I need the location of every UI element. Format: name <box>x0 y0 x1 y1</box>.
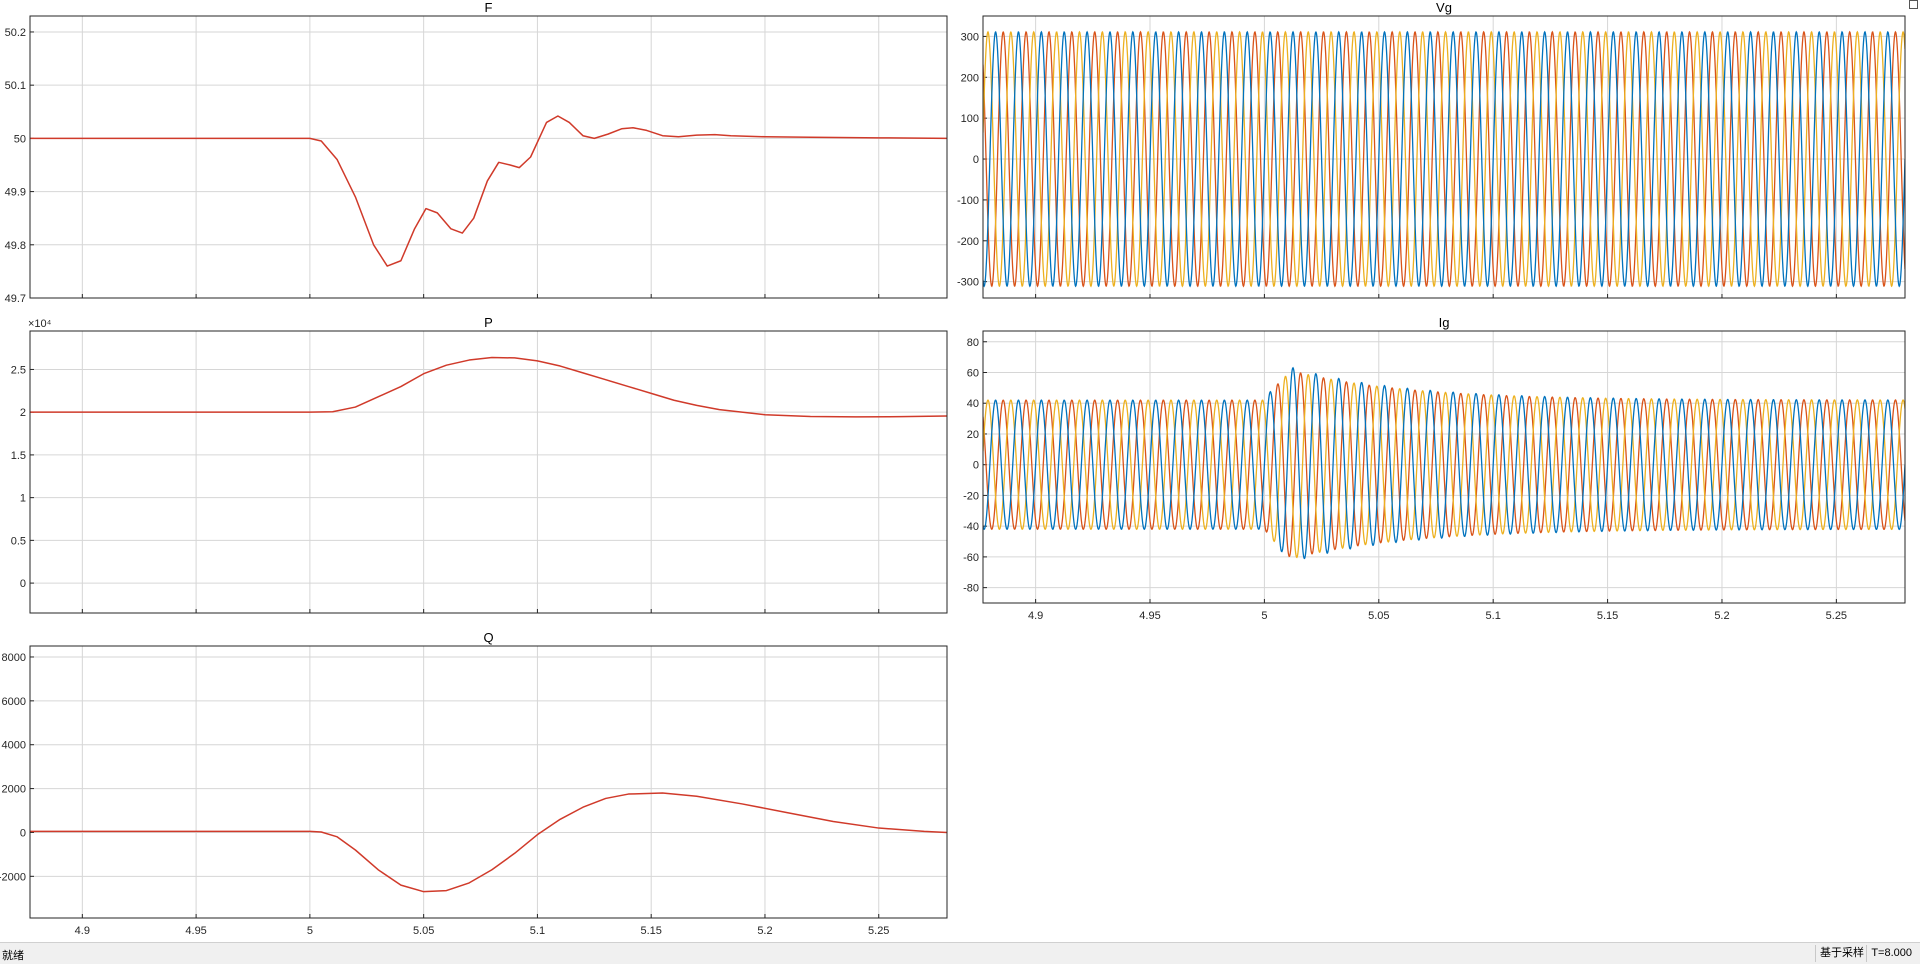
status-bar: 就绪 基于采样 T=8.000 <box>0 942 1920 964</box>
simulation-time-text: T=8.000 <box>1866 945 1916 962</box>
y-tick-label: -100 <box>957 195 979 207</box>
x-tick-label: 5.05 <box>1368 610 1389 622</box>
x-tick-label: 5.2 <box>757 925 772 937</box>
y-tick-label: 50.2 <box>5 27 26 39</box>
x-tick-label: 4.95 <box>1139 610 1160 622</box>
y-tick-label: 60 <box>967 367 979 379</box>
x-tick-label: 5 <box>1261 610 1267 622</box>
plot-ig[interactable]: -80 -60 -40 -20 0 20 40 60 80 4.9 4.95 5 5.05 5.1 5.15… <box>963 315 1906 622</box>
y-tick-label: 0 <box>20 827 26 839</box>
x-tick-label: 5.1 <box>530 925 545 937</box>
x-tick-label: 5.15 <box>640 925 661 937</box>
y-tick-label: 0 <box>973 154 979 166</box>
x-tick-label: 4.9 <box>75 925 90 937</box>
y-tick-label: 20 <box>967 429 979 441</box>
y-tick-label: 200 <box>961 72 979 84</box>
x-tick-label: 5.15 <box>1597 610 1618 622</box>
y-tick-label: 1 <box>20 493 26 505</box>
plot-area <box>30 646 947 918</box>
y-tick-label: 1.5 <box>11 450 26 462</box>
y-tick-label: 4000 <box>2 740 26 752</box>
x-tick-label: 4.95 <box>185 925 206 937</box>
status-ready-text: 就绪 <box>2 950 24 962</box>
x-tick-label: 5.05 <box>413 925 434 937</box>
y-exponent-label: ×10⁴ <box>28 318 52 330</box>
x-tick-label: 5.25 <box>868 925 889 937</box>
y-tick-label: 2.5 <box>11 364 26 376</box>
sampling-mode-text: 基于采样 <box>1815 945 1868 962</box>
plot-title: F <box>485 0 493 15</box>
y-tick-label: 100 <box>961 113 979 125</box>
y-tick-label: 49.9 <box>5 187 26 199</box>
plot-title: Ig <box>1439 315 1450 330</box>
plot-vg[interactable]: -300 -200 -100 0 100 200 300 Vg <box>957 0 1906 299</box>
y-tick-label: -40 <box>963 521 979 533</box>
plot-q[interactable]: -2000 0 2000 4000 6000 8000 4.9 4.95 5 5.05 5.1 5.1… <box>0 630 948 937</box>
y-tick-label: 49.7 <box>5 293 26 305</box>
y-tick-label: 300 <box>961 31 979 43</box>
undock-icon[interactable] <box>1909 0 1918 9</box>
x-tick-label: 5.2 <box>1714 610 1729 622</box>
y-tick-label: -200 <box>957 236 979 248</box>
y-tick-label: 2000 <box>2 784 26 796</box>
y-tick-label: 50 <box>14 133 26 145</box>
plot-area <box>30 331 947 613</box>
x-tick-label: 5.25 <box>1826 610 1847 622</box>
y-tick-label: -2000 <box>0 871 26 883</box>
x-tick-label: 5 <box>307 925 313 937</box>
plot-title: Vg <box>1436 0 1452 15</box>
x-tick-label: 4.9 <box>1028 610 1043 622</box>
y-tick-label: 40 <box>967 398 979 410</box>
y-tick-label: -60 <box>963 552 979 564</box>
y-tick-label: 8000 <box>2 652 26 664</box>
y-tick-label: 6000 <box>2 696 26 708</box>
y-tick-label: -20 <box>963 490 979 502</box>
scope-figure: 49.749.849.95050.150.2F00.511.522.5P×10⁴… <box>0 0 1906 937</box>
plot-title: P <box>484 315 493 330</box>
y-tick-label: 2 <box>20 407 26 419</box>
plot-title: Q <box>483 630 493 645</box>
y-tick-label: -300 <box>957 277 979 289</box>
y-tick-label: 0 <box>20 578 26 590</box>
y-tick-label: 50.1 <box>5 80 26 92</box>
y-tick-label: 49.8 <box>5 240 26 252</box>
plot-p[interactable]: 0 0.5 1 1.5 2 2.5 P ×10⁴ <box>11 315 948 614</box>
x-tick-label: 5.1 <box>1486 610 1501 622</box>
plot-area <box>30 16 947 298</box>
y-tick-label: 0 <box>973 460 979 472</box>
y-tick-label: 0.5 <box>11 535 26 547</box>
plot-f[interactable]: 49.7 49.8 49.9 50 50.1 50.2 F <box>5 0 948 305</box>
y-tick-label: 80 <box>967 337 979 349</box>
y-tick-label: -80 <box>963 583 979 595</box>
